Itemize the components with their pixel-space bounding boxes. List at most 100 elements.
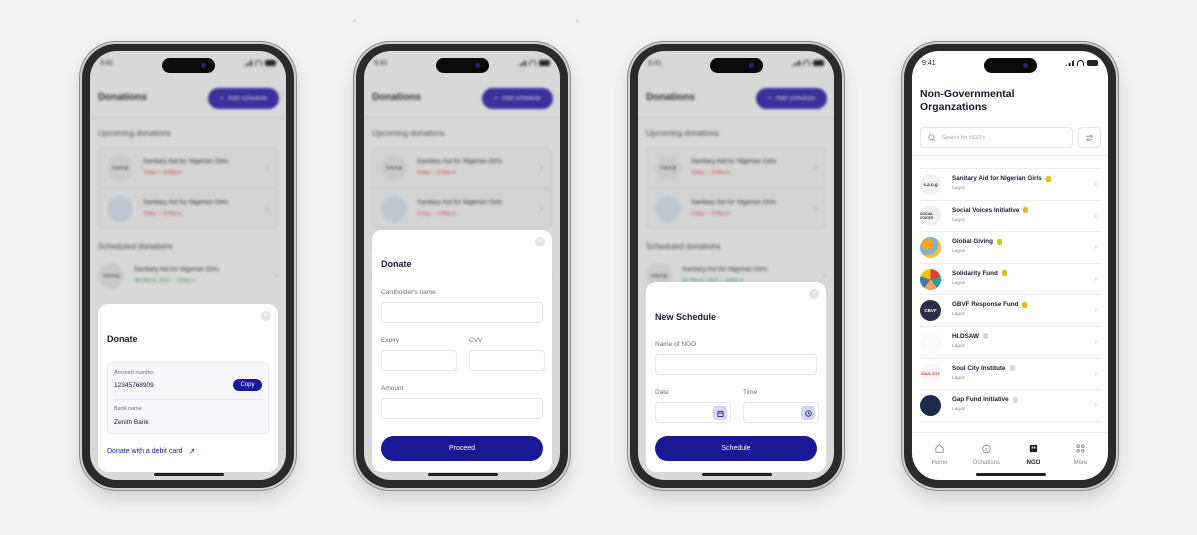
ngo-logo: SOCIAL VOICES bbox=[920, 205, 941, 227]
account-details: Account number 12345768909 Copy Bank nam… bbox=[107, 362, 269, 434]
screen: 9:41 Donations + Add schedule Upcoming do… bbox=[90, 51, 286, 480]
ngo-name: Sanitary Aid for Nigerian Girls bbox=[952, 175, 1042, 182]
ngo-name: Solidarity Fund bbox=[952, 269, 998, 277]
calendar-icon[interactable] bbox=[713, 406, 727, 420]
ngo-list-item[interactable]: Gap Fund Initiative Lagos › bbox=[920, 390, 1101, 422]
copy-button[interactable]: Copy bbox=[233, 379, 262, 391]
ngo-name: HI.DSAW bbox=[952, 332, 979, 340]
ngo-name-input[interactable] bbox=[655, 354, 817, 375]
time-input[interactable] bbox=[743, 402, 819, 423]
chevron-right-icon: › bbox=[1094, 242, 1097, 252]
cardholder-label: Cardholder's name bbox=[381, 289, 436, 296]
screen: 9:41 Donations + Add schedule Upcoming do… bbox=[638, 51, 834, 480]
ngo-location: Lagos bbox=[952, 280, 966, 286]
unverified-badge-icon bbox=[1009, 365, 1015, 372]
ngo-list-item[interactable]: HI.DSAW Lagos › bbox=[920, 327, 1101, 359]
schedule-button[interactable]: Schedule bbox=[655, 436, 817, 461]
expiry-input[interactable] bbox=[381, 350, 457, 371]
clock-icon[interactable] bbox=[801, 406, 815, 420]
cvv-input[interactable] bbox=[469, 350, 545, 371]
filter-button[interactable] bbox=[1078, 127, 1101, 148]
ngo-name-wrap: Social Voices Initiative bbox=[952, 206, 1029, 214]
tab-more[interactable]: More bbox=[1059, 433, 1103, 480]
close-icon[interactable]: × bbox=[261, 311, 271, 321]
verified-badge-icon bbox=[1045, 175, 1051, 182]
chevron-right-icon: › bbox=[1094, 400, 1097, 410]
search-input[interactable]: Search for NGO's bbox=[920, 127, 1073, 148]
cvv-label: CVV bbox=[469, 337, 483, 344]
search-icon bbox=[928, 133, 936, 141]
amount-input[interactable] bbox=[381, 398, 543, 419]
chevron-right-icon: › bbox=[1094, 273, 1097, 283]
ngo-name-wrap: Sanitary Aid for Nigerian Girls bbox=[952, 175, 1051, 182]
ngo-name-wrap: Soul City Institute bbox=[952, 365, 1015, 372]
ngo-logo bbox=[920, 268, 941, 290]
date-label: Date bbox=[655, 389, 669, 396]
home-indicator bbox=[428, 473, 498, 476]
tab-label: More bbox=[1073, 460, 1088, 466]
verified-badge-icon bbox=[996, 238, 1002, 245]
unverified-badge-icon bbox=[1012, 396, 1018, 403]
verified-badge-icon bbox=[1022, 301, 1028, 308]
svg-text:$: $ bbox=[985, 447, 988, 452]
ngo-location: Lagos bbox=[952, 375, 966, 381]
ngo-name: Soul City Institute bbox=[952, 364, 1006, 372]
ngo-location: Lagos bbox=[952, 343, 966, 349]
ngo-logo bbox=[920, 236, 941, 258]
ngo-list-item[interactable]: Solidarity Fund Lagos › bbox=[920, 264, 1101, 296]
date-input[interactable] bbox=[655, 402, 731, 423]
ngo-icon bbox=[1028, 443, 1039, 456]
ngo-name: GBVF Response Fund bbox=[952, 301, 1019, 309]
page-title: Non-Governmental Organzations bbox=[920, 88, 1015, 114]
ngo-list-item[interactable]: SOUL CITY Soul City Institute Lagos › bbox=[920, 359, 1101, 391]
verified-badge-icon bbox=[1023, 207, 1029, 214]
ngo-location: Lagos bbox=[952, 312, 966, 318]
chevron-right-icon: › bbox=[1094, 305, 1097, 315]
ngo-list-item[interactable]: CBVF GBVF Response Fund Lagos › bbox=[920, 295, 1101, 327]
ngo-logo bbox=[920, 394, 941, 416]
status-time: 9:41 bbox=[922, 60, 936, 67]
home-icon bbox=[934, 443, 945, 456]
verified-badge-icon bbox=[1001, 270, 1007, 277]
tab-label: Donations bbox=[972, 460, 1001, 466]
account-number-label: Account number bbox=[114, 370, 155, 376]
close-icon[interactable]: × bbox=[809, 289, 819, 299]
tab-home[interactable]: Home bbox=[918, 433, 962, 480]
title-line-1: Non-Governmental bbox=[920, 88, 1015, 100]
tab-label: NGO bbox=[1026, 460, 1041, 466]
decorative-dot bbox=[576, 19, 579, 22]
ngo-name-label: Name of NGO bbox=[655, 341, 697, 348]
battery-icon bbox=[1087, 60, 1098, 66]
amount-label: Amount bbox=[381, 385, 404, 392]
modal-title: Donate bbox=[107, 334, 138, 344]
title-line-2: Organzations bbox=[920, 101, 988, 113]
dynamic-island bbox=[984, 58, 1037, 73]
ngo-logo: CBVF bbox=[920, 300, 941, 322]
ngo-logo bbox=[920, 331, 941, 353]
ngo-location: Lagos bbox=[952, 186, 966, 191]
ngo-name-wrap: Solidarity Fund bbox=[952, 270, 1007, 277]
home-indicator bbox=[154, 473, 224, 476]
ngo-location: Lagos bbox=[952, 249, 966, 255]
ngo-name: Social Voices Initiative bbox=[952, 206, 1020, 214]
chevron-right-icon: › bbox=[1094, 336, 1097, 346]
cardholder-name-input[interactable] bbox=[381, 302, 543, 323]
ngo-list-item[interactable]: SOCIAL VOICES Social Voices Initiative L… bbox=[920, 201, 1101, 233]
ngo-list-item[interactable]: s.a.n.g Sanitary Aid for Nigerian Girls … bbox=[920, 169, 1101, 201]
dynamic-island bbox=[436, 58, 489, 73]
phone-donate-card: 9:41 Donations + Add schedule Upcoming do… bbox=[356, 44, 568, 488]
modal-title: Donate bbox=[381, 259, 412, 269]
close-icon[interactable]: × bbox=[535, 237, 545, 247]
screen: 9:41 Donations + Add schedule Upcoming do… bbox=[364, 51, 560, 480]
proceed-button[interactable]: Proceed bbox=[381, 436, 543, 461]
debit-card-link[interactable]: Donate with a debit card ↗ bbox=[107, 447, 195, 456]
search-placeholder: Search for NGO's bbox=[942, 134, 986, 141]
home-indicator bbox=[976, 473, 1046, 476]
wifi-icon bbox=[1077, 60, 1084, 66]
phone-new-schedule: 9:41 Donations + Add schedule Upcoming do… bbox=[630, 44, 842, 488]
account-number: 12345768909 bbox=[114, 382, 154, 389]
ngo-name: Global Giving bbox=[952, 238, 993, 246]
ngo-list-item[interactable]: Global Giving Lagos › bbox=[920, 232, 1101, 264]
tab-label: Home bbox=[931, 460, 948, 466]
ngo-name-wrap: Global Giving bbox=[952, 238, 1002, 245]
